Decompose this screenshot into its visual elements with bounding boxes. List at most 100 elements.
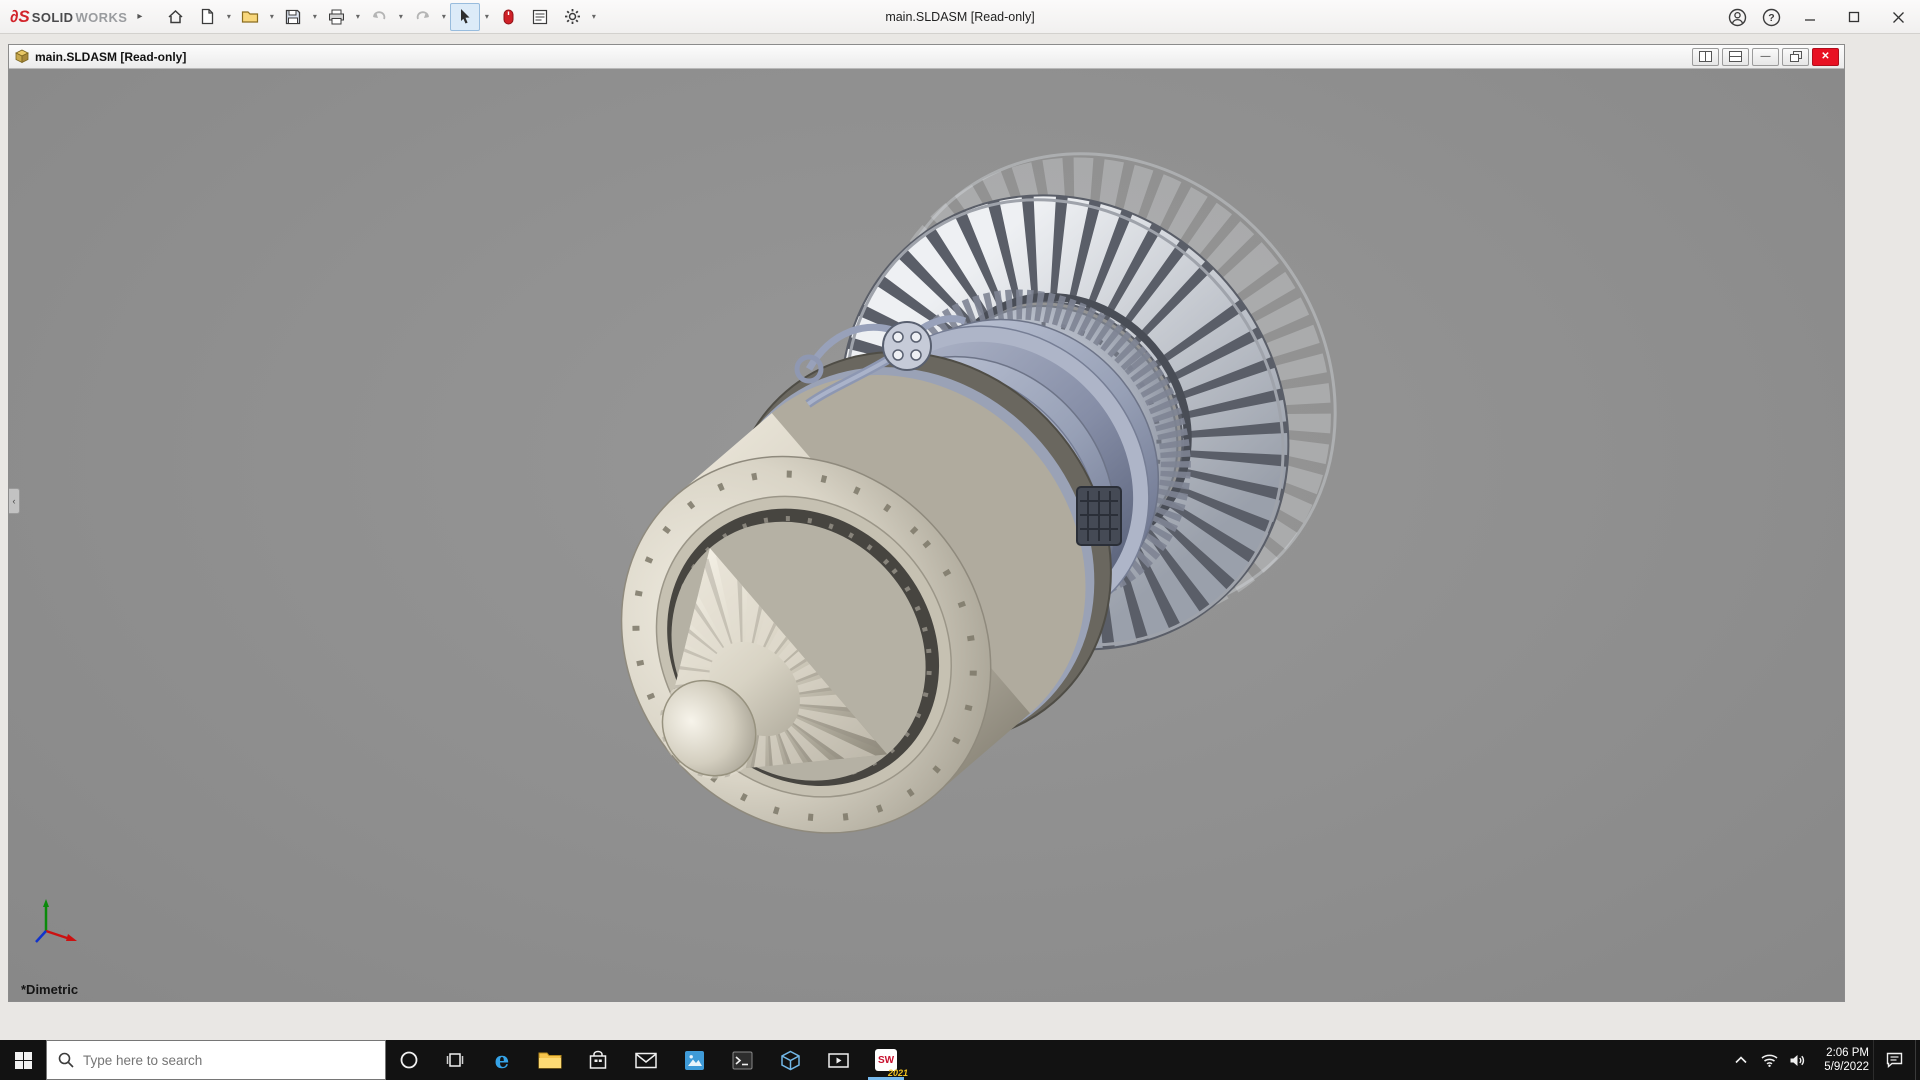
doc-minimize-button[interactable]: — [1752, 48, 1779, 66]
redo-button[interactable] [407, 3, 437, 31]
gearbox-module [1077, 487, 1121, 545]
feature-panel-collapse-tab[interactable]: ‹ [9, 488, 20, 514]
action-center-icon [1886, 1052, 1903, 1068]
network-button[interactable] [1755, 1040, 1783, 1080]
assembly-icon [14, 49, 30, 64]
document-window-controls: — ✕ [1692, 48, 1839, 66]
gear-icon [564, 8, 581, 25]
triad-z-axis [36, 931, 46, 942]
print-dropdown[interactable]: ▾ [352, 3, 363, 31]
new-document-button[interactable] [192, 3, 222, 31]
minimize-icon [1804, 11, 1816, 23]
cortana-button[interactable] [386, 1040, 432, 1080]
options-button[interactable] [557, 3, 587, 31]
brand-solid-text: SOLID [32, 10, 74, 25]
maximize-icon [1848, 11, 1860, 23]
undo-dropdown[interactable]: ▾ [395, 3, 406, 31]
doc-close-button[interactable]: ✕ [1812, 48, 1839, 66]
flange-bolt [893, 350, 903, 360]
redo-icon [414, 9, 431, 24]
taskbar-app-file-explorer[interactable] [526, 1040, 574, 1080]
taskbar-app-solidworks-active[interactable]: SW 2021 [862, 1040, 910, 1080]
store-icon [588, 1050, 608, 1070]
home-button[interactable] [160, 3, 190, 31]
orientation-triad[interactable] [36, 899, 77, 942]
new-document-dropdown[interactable]: ▾ [223, 3, 234, 31]
user-account-icon [1728, 8, 1747, 27]
windows-taskbar: e [0, 1040, 1920, 1080]
select-tool-button[interactable] [450, 3, 480, 31]
taskbar-app-terminal[interactable] [718, 1040, 766, 1080]
flange-bolt [911, 332, 921, 342]
evaluate-button[interactable] [525, 3, 555, 31]
tray-overflow-button[interactable] [1727, 1040, 1755, 1080]
help-button[interactable]: ? [1754, 0, 1788, 34]
save-dropdown[interactable]: ▾ [309, 3, 320, 31]
photos-icon [684, 1050, 705, 1071]
action-center-button[interactable] [1873, 1040, 1915, 1080]
app-titlebar: ∂S SOLIDWORKS ▸ ▾ ▾ ▾ ▾ [0, 0, 1920, 34]
view-orientation-label: *Dimetric [21, 982, 78, 997]
new-document-icon [200, 8, 215, 25]
print-button[interactable] [321, 3, 351, 31]
open-button[interactable] [235, 3, 265, 31]
svg-text:?: ? [1768, 12, 1774, 24]
flange-plate [883, 322, 931, 370]
save-button[interactable] [278, 3, 308, 31]
cortana-icon [399, 1050, 419, 1070]
volume-button[interactable] [1783, 1040, 1811, 1080]
triad-x-axis [46, 931, 70, 939]
show-desktop-button[interactable] [1915, 1040, 1920, 1080]
document-titlebar[interactable]: main.SLDASM [Read-only] — ✕ [9, 45, 1844, 69]
taskbar-search[interactable] [46, 1040, 386, 1080]
solidworks-window: ∂S SOLIDWORKS ▸ ▾ ▾ ▾ ▾ [0, 0, 1920, 1080]
document-title: main.SLDASM [Read-only] [35, 50, 186, 64]
taskbar-app-movies[interactable] [814, 1040, 862, 1080]
jet-engine-assembly [516, 69, 1428, 942]
doc-split-horizontal-button[interactable] [1692, 48, 1719, 66]
taskbar-app-edge[interactable]: e [478, 1040, 526, 1080]
start-button[interactable] [0, 1040, 46, 1080]
doc-restore-button[interactable] [1782, 48, 1809, 66]
close-icon [1892, 11, 1905, 24]
undo-icon [371, 9, 388, 24]
home-icon [167, 8, 184, 25]
search-input[interactable] [83, 1053, 363, 1068]
toolbar-flyout-arrow[interactable]: ▸ [137, 11, 151, 22]
edge-icon: e [495, 1047, 510, 1074]
taskbar-app-store[interactable] [574, 1040, 622, 1080]
open-folder-icon [241, 9, 259, 24]
wifi-icon [1761, 1054, 1778, 1067]
print-icon [328, 9, 345, 25]
3d-viewer-icon [780, 1050, 801, 1071]
split-vertical-icon [1729, 51, 1742, 62]
triad-y-arrow [43, 899, 49, 907]
taskbar-clock[interactable]: 2:06 PM 5/9/2022 [1811, 1040, 1873, 1080]
app-close-button[interactable] [1876, 0, 1920, 34]
account-button[interactable] [1720, 0, 1754, 34]
solidworks-logo[interactable]: ∂S SOLIDWORKS [0, 7, 137, 27]
mouse-gestures-button[interactable] [493, 3, 523, 31]
taskbar-app-photos[interactable] [670, 1040, 718, 1080]
taskbar-app-3d-viewer[interactable] [766, 1040, 814, 1080]
graphics-viewport[interactable]: ‹ *Dimetric [9, 69, 1844, 1001]
app-minimize-button[interactable] [1788, 0, 1832, 34]
engine-3d-model [9, 69, 1844, 1001]
taskbar-app-mail[interactable] [622, 1040, 670, 1080]
options-dropdown[interactable]: ▾ [588, 3, 599, 31]
help-icon: ? [1762, 8, 1781, 27]
speaker-icon [1789, 1053, 1806, 1068]
system-tray: 2:06 PM 5/9/2022 [1727, 1040, 1920, 1080]
3ds-logo-mark: ∂S [10, 7, 30, 27]
open-dropdown[interactable]: ▾ [266, 3, 277, 31]
mouse-gestures-icon [503, 9, 514, 25]
titlebar-right-controls: ? [1720, 0, 1920, 34]
task-view-button[interactable] [432, 1040, 478, 1080]
triad-x-arrow [66, 934, 77, 941]
redo-dropdown[interactable]: ▾ [438, 3, 449, 31]
save-icon [285, 9, 301, 25]
app-maximize-button[interactable] [1832, 0, 1876, 34]
select-tool-dropdown[interactable]: ▾ [481, 3, 492, 31]
doc-split-vertical-button[interactable] [1722, 48, 1749, 66]
undo-button[interactable] [364, 3, 394, 31]
